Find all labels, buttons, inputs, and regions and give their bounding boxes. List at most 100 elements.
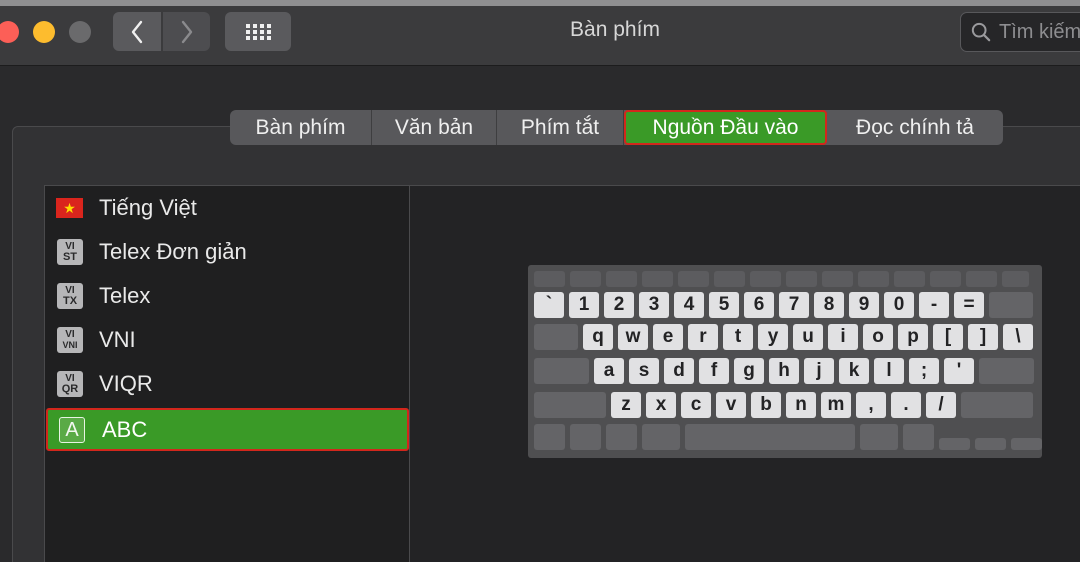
left-shift-key (534, 392, 606, 418)
key: ` (534, 292, 564, 318)
title-bar: Bàn phím (0, 0, 1080, 66)
key: 2 (604, 292, 634, 318)
search-field[interactable] (960, 12, 1080, 52)
key: ] (968, 324, 998, 350)
key: 6 (744, 292, 774, 318)
tab-shortcuts[interactable]: Phím tắt (497, 110, 624, 145)
function-key (750, 271, 781, 287)
bottom-letter-row: z x c v b n m , . / (534, 392, 1033, 418)
vi-vni-icon: VI VNI (57, 327, 83, 353)
number-key-row: ` 1 2 3 4 5 6 7 8 9 0 - = (534, 292, 1033, 318)
input-source-vietnamese[interactable]: ★ Tiếng Việt (45, 186, 409, 230)
tab-input-sources[interactable]: Nguồn Đầu vào (624, 110, 827, 145)
key: m (821, 392, 851, 418)
key: . (891, 392, 921, 418)
vietnam-flag-icon: ★ (56, 198, 83, 218)
key: [ (933, 324, 963, 350)
return-key (979, 358, 1034, 384)
key: x (646, 392, 676, 418)
command-key (860, 424, 898, 450)
tab-dictation[interactable]: Đọc chính tả (827, 110, 1003, 145)
abc-icon: A (59, 416, 85, 443)
key: j (804, 358, 834, 384)
function-key (966, 271, 997, 287)
search-input[interactable] (999, 20, 1080, 44)
input-source-label: Telex Đơn giản (99, 239, 247, 264)
key: 1 (569, 292, 599, 318)
input-source-vni[interactable]: VI VNI VNI (45, 318, 409, 362)
key: 3 (639, 292, 669, 318)
space-key (685, 424, 855, 450)
key: n (786, 392, 816, 418)
key: q (583, 324, 613, 350)
key: z (611, 392, 641, 418)
keyboard-layout-preview: ` 1 2 3 4 5 6 7 8 9 0 - = q w e r t y u … (528, 265, 1042, 458)
key: i (828, 324, 858, 350)
key: c (681, 392, 711, 418)
function-key (930, 271, 961, 287)
key: 8 (814, 292, 844, 318)
control-key (570, 424, 601, 450)
top-letter-row: q w e r t y u i o p [ ] \ (534, 324, 1033, 350)
key: 4 (674, 292, 704, 318)
key: ; (909, 358, 939, 384)
input-source-label: VNI (99, 327, 136, 352)
input-source-label: Tiếng Việt (99, 195, 197, 220)
command-key (642, 424, 680, 450)
arrow-right-key (1011, 438, 1042, 450)
home-letter-row: a s d f g h j k l ; ' (534, 358, 1034, 384)
key: 5 (709, 292, 739, 318)
input-source-label: ABC (102, 416, 148, 442)
key: o (863, 324, 893, 350)
input-source-abc[interactable]: A ABC (46, 408, 409, 451)
input-source-label: VIQR (99, 371, 153, 396)
input-source-list[interactable]: ★ Tiếng Việt VI ST Telex Đơn giản VI TX Te… (44, 185, 410, 562)
option-key (606, 424, 637, 450)
tab-keyboard[interactable]: Bàn phím (230, 110, 372, 145)
key: 9 (849, 292, 879, 318)
key: t (723, 324, 753, 350)
key: b (751, 392, 781, 418)
function-key (822, 271, 853, 287)
function-key (1002, 271, 1029, 287)
tab-key (534, 324, 578, 350)
function-key (534, 271, 565, 287)
key: 0 (884, 292, 914, 318)
delete-key (989, 292, 1033, 318)
key: \ (1003, 324, 1033, 350)
arrow-down-key (975, 438, 1006, 450)
key: h (769, 358, 799, 384)
key: , (856, 392, 886, 418)
vi-viqr-icon: VI QR (57, 371, 83, 397)
key: p (898, 324, 928, 350)
tab-bar: Bàn phím Văn bản Phím tắt Nguồn Đầu vào … (230, 110, 1003, 145)
key: a (594, 358, 624, 384)
function-key-row (534, 271, 1029, 287)
key: s (629, 358, 659, 384)
input-source-telex[interactable]: VI TX Telex (45, 274, 409, 318)
function-key (606, 271, 637, 287)
key: u (793, 324, 823, 350)
vi-simple-telex-icon: VI ST (57, 239, 83, 265)
input-source-simple-telex[interactable]: VI ST Telex Đơn giản (45, 230, 409, 274)
fn-key (534, 424, 565, 450)
function-key (894, 271, 925, 287)
modifier-key-row (534, 424, 1042, 450)
window-top-edge (0, 0, 1080, 6)
search-icon (971, 22, 991, 42)
key: l (874, 358, 904, 384)
function-key (786, 271, 817, 287)
function-key (678, 271, 709, 287)
option-key (903, 424, 934, 450)
key: / (926, 392, 956, 418)
key: f (699, 358, 729, 384)
vi-telex-icon: VI TX (57, 283, 83, 309)
input-source-viqr[interactable]: VI QR VIQR (45, 362, 409, 406)
input-source-label: Telex (99, 283, 151, 308)
key: 7 (779, 292, 809, 318)
key: r (688, 324, 718, 350)
tab-text[interactable]: Văn bản (372, 110, 497, 145)
key: w (618, 324, 648, 350)
function-key (714, 271, 745, 287)
key: d (664, 358, 694, 384)
